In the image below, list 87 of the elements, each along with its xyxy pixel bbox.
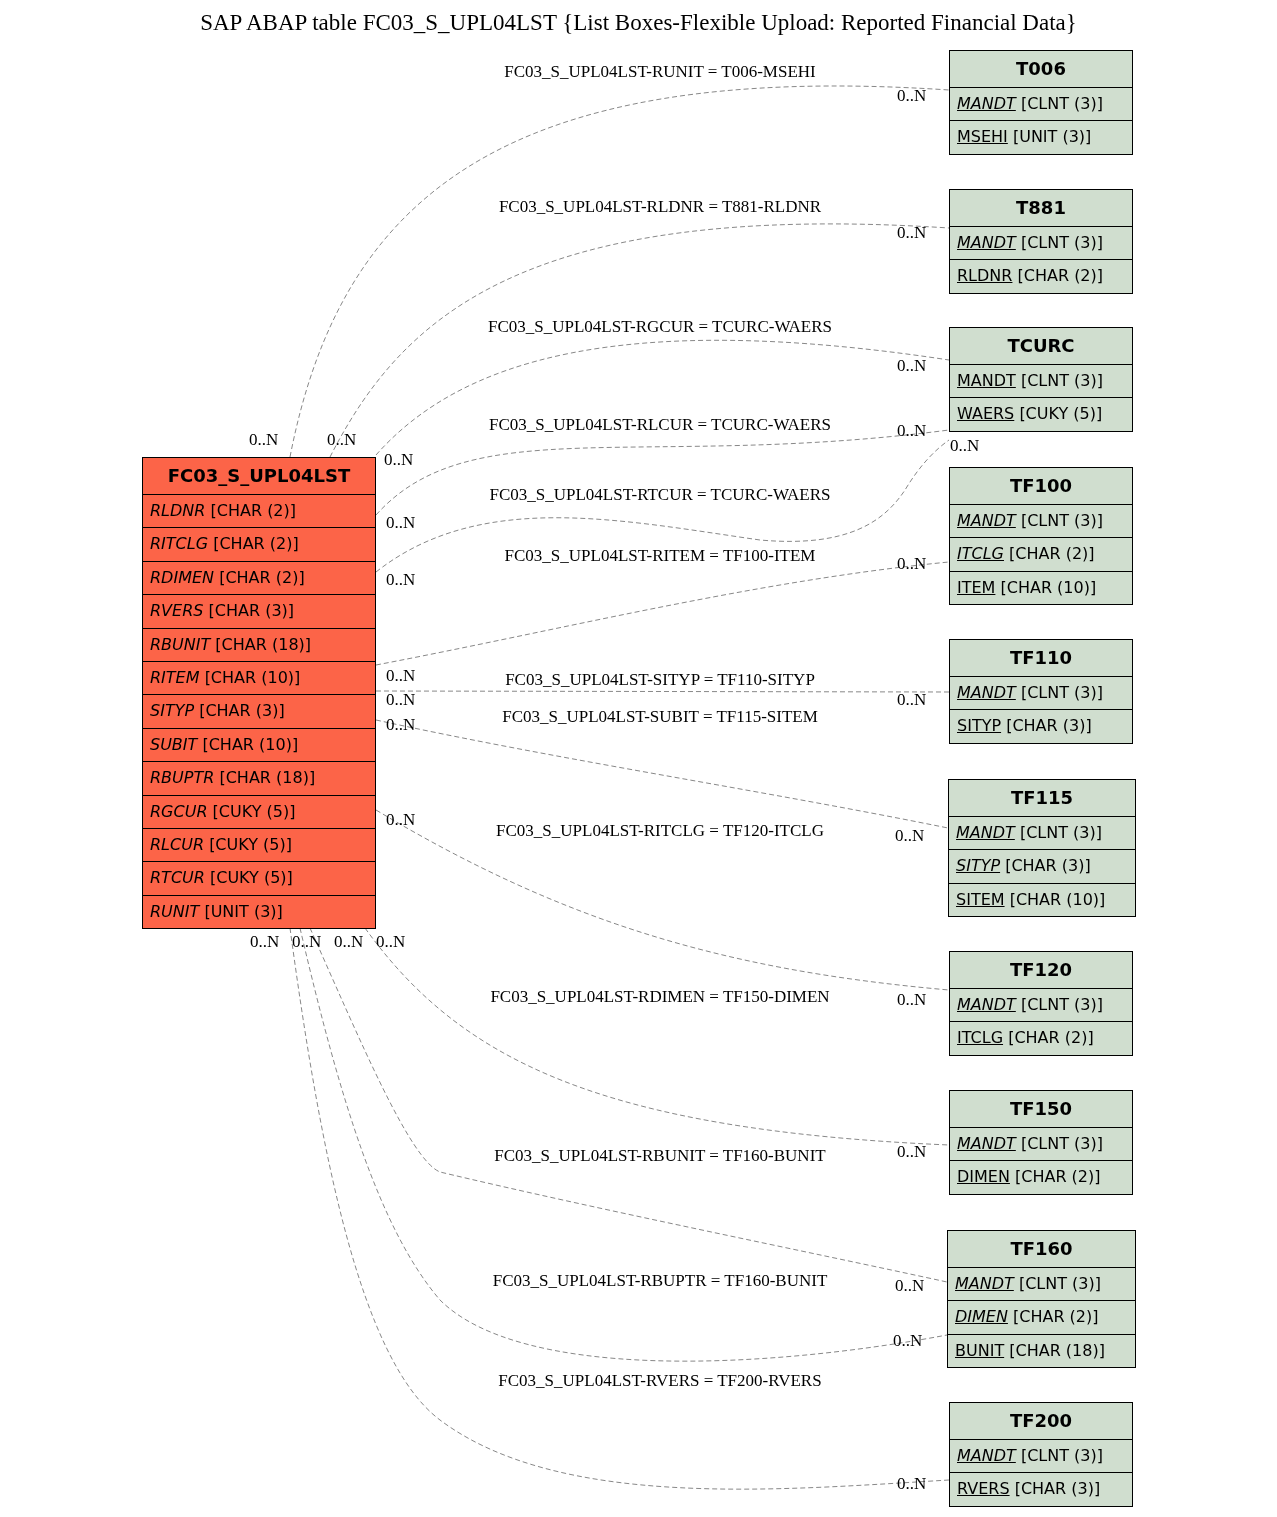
cardinality-label: 0..N [292,932,322,952]
cardinality-label: 0..N [376,932,406,952]
field-row: MANDT [CLNT (3)] [950,988,1132,1022]
cardinality-label: 0..N [384,450,414,470]
field-row: MANDT [CLNT (3)] [950,87,1132,121]
table-name: T881 [1015,196,1067,220]
diagram-title: SAP ABAP table FC03_S_UPL04LST {List Boxes-Flexible Upload: Reported Financial Data} [199,9,1078,36]
relation-label: FC03_S_UPL04LST-RITEM = TF100-ITEM [504,546,816,566]
field-row: DIMEN [CHAR (2)] [950,1160,1132,1194]
cardinality-label: 0..N [386,690,416,710]
relation-label: FC03_S_UPL04LST-RVERS = TF200-RVERS [498,1371,822,1391]
cardinality-label: 0..N [895,826,925,846]
field-row: SITYP [CHAR (3)] [143,694,375,728]
field-row: RUNIT [UNIT (3)] [143,894,375,929]
cardinality-label: 0..N [386,666,416,686]
cardinality-label: 0..N [897,1142,927,1162]
cardinality-label: 0..N [386,570,416,590]
field-row: RITCLG [CHAR (2)] [143,527,375,561]
field-row: MANDT [CLNT (3)] [949,816,1135,850]
relation-label: FC03_S_UPL04LST-RBUNIT = TF160-BUNIT [494,1146,826,1166]
relation-label: FC03_S_UPL04LST-RBUPTR = TF160-BUNIT [492,1271,828,1291]
field-row: ITCLG [CHAR (2)] [950,537,1132,571]
relation-label: FC03_S_UPL04LST-RTCUR = TCURC-WAERS [489,485,831,505]
field-row: WAERS [CUKY (5)] [950,397,1132,431]
field-row: MSEHI [UNIT (3)] [950,120,1132,154]
field-row: RBUNIT [CHAR (18)] [143,627,375,661]
field-row: MANDT [CLNT (3)] [948,1267,1135,1301]
field-row: RITEM [CHAR (10)] [143,660,375,695]
cardinality-label: 0..N [897,690,927,710]
field-row: ITCLG [CHAR (2)] [950,1021,1132,1055]
cardinality-label: 0..N [334,932,364,952]
field-row: MANDT [CLNT (3)] [950,364,1132,398]
table-name: TCURC [1006,334,1076,358]
table-name: TF115 [1009,786,1075,810]
cardinality-label: 0..N [327,430,357,450]
relation-label: FC03_S_UPL04LST-RUNIT = T006-MSEHI [504,62,816,82]
cardinality-label: 0..N [950,436,980,456]
field-row: MANDT [CLNT (3)] [950,1127,1132,1161]
table-name: TF200 [1008,1409,1074,1433]
field-row: MANDT [CLNT (3)] [950,226,1132,260]
field-row: RVERS [CHAR (3)] [143,594,375,628]
field-row: RLDNR [CHAR (2)] [950,259,1132,293]
field-row: RDIMEN [CHAR (2)] [143,560,375,595]
field-row: RLCUR [CUKY (5)] [143,827,375,862]
cardinality-label: 0..N [895,1276,925,1296]
cardinality-label: 0..N [386,715,416,735]
relation-label: FC03_S_UPL04LST-RLDNR = T881-RLDNR [498,197,822,217]
cardinality-label: 0..N [897,1474,927,1494]
field-row: MANDT [CLNT (3)] [950,676,1132,710]
relation-label: FC03_S_UPL04LST-RDIMEN = TF150-DIMEN [490,987,830,1007]
field-row: MANDT [CLNT (3)] [950,1439,1132,1473]
field-row: SUBIT [CHAR (10)] [143,727,375,762]
relation-label: FC03_S_UPL04LST-RGCUR = TCURC-WAERS [488,317,832,337]
cardinality-label: 0..N [897,990,927,1010]
cardinality-label: 0..N [897,86,927,106]
field-row: SITYP [CHAR (3)] [950,709,1132,743]
cardinality-label: 0..N [893,1331,923,1351]
table-name: TF150 [1008,1097,1074,1121]
field-row: SITEM [CHAR (10)] [949,882,1135,917]
cardinality-label: 0..N [386,810,416,830]
table-name: T006 [1015,57,1067,81]
field-row: RLDNR [CHAR (2)] [143,494,375,528]
field-row: SITYP [CHAR (3)] [949,849,1135,883]
cardinality-label: 0..N [897,421,927,441]
cardinality-label: 0..N [897,554,927,574]
field-row: ITEM [CHAR (10)] [950,570,1132,605]
field-row: RBUPTR [CHAR (18)] [143,761,375,795]
field-row: MANDT [CLNT (3)] [950,504,1132,538]
relation-label: FC03_S_UPL04LST-RLCUR = TCURC-WAERS [488,415,832,435]
cardinality-label: 0..N [386,513,416,533]
cardinality-label: 0..N [249,430,279,450]
relation-label: FC03_S_UPL04LST-RITCLG = TF120-ITCLG [496,821,824,841]
field-row: RGCUR [CUKY (5)] [143,794,375,828]
field-row: DIMEN [CHAR (2)] [948,1300,1135,1334]
table-name: TF100 [1008,474,1074,498]
field-row: RTCUR [CUKY (5)] [143,861,375,895]
table-name: TF160 [1009,1237,1074,1261]
cardinality-label: 0..N [897,223,927,243]
table-name: TF120 [1008,958,1074,982]
table-name: FC03_S_UPL04LST [166,464,352,488]
cardinality-label: 0..N [897,356,927,376]
field-row: RVERS [CHAR (3)] [950,1472,1132,1506]
cardinality-label: 0..N [250,932,280,952]
relation-label: FC03_S_UPL04LST-SITYP = TF110-SITYP [505,670,815,690]
relation-label: FC03_S_UPL04LST-SUBIT = TF115-SITEM [502,707,818,727]
field-row: BUNIT [CHAR (18)] [948,1333,1135,1368]
table-name: TF110 [1008,646,1074,670]
